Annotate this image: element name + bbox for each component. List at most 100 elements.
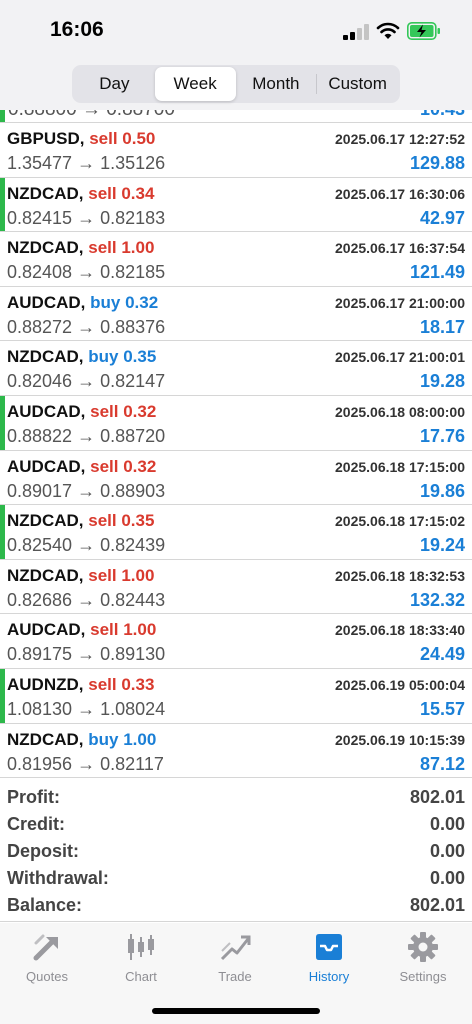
home-indicator [152,1008,320,1014]
deal-prices: 0.81956 → 0.82117 [7,754,164,775]
tab-chart[interactable]: Chart [94,931,188,991]
period-custom[interactable]: Custom [317,67,398,101]
deal-volume: 0.35 [121,511,155,531]
deal-open-price: 0.82540 [7,535,73,556]
deal-row[interactable]: NZDCAD, sell 1.00 2025.06.18 18:32:53 0.82… [0,560,472,615]
summary-credit: Credit: 0.00 [0,811,472,838]
quotes-icon [33,934,58,961]
deal-close-price: 1.35126 [100,153,166,173]
deal-symbol: AUDCAD, [7,620,86,640]
arrow-right-icon: → [77,699,96,719]
deal-open-price: 1.08130 [7,699,73,719]
deal-indicator-bar [0,177,5,232]
deal-volume: 1.00 [121,238,155,258]
deal-prices: 0.89017 → 0.88903 [7,481,165,502]
deal-row[interactable]: NZDCAD, sell 1.00 2025.06.17 16:37:54 0.82… [0,232,472,287]
deal-volume: 1.00 [123,620,157,640]
period-day[interactable]: Day [74,67,155,101]
chart-icon [128,934,154,960]
deal-row[interactable]: AUDNZD, sell 0.33 2025.06.19 05:00:04 1.08… [0,669,472,724]
deal-row[interactable]: NZDCAD, sell 0.34 2025.06.17 16:30:06 0.82… [0,177,472,233]
tab-history[interactable]: History [282,931,376,991]
deal-side: buy [88,729,119,749]
deal-time: 2025.06.17 16:37:54 [335,240,465,257]
deal-prices: 0.82540 → 0.82439 [7,535,165,556]
deal-volume: 0.34 [121,183,155,203]
tab-label: Quotes [26,969,68,984]
tab-trade[interactable]: Trade [188,931,282,991]
list-item[interactable]: 0.88800 → 0.88700 10.43 [0,110,472,123]
deal-row[interactable]: GBPUSD, sell 0.50 2025.06.17 12:27:52 1.35… [0,123,472,178]
tab-label: History [308,969,350,984]
deal-volume: 1.00 [123,729,157,749]
deal-time: 2025.06.17 21:00:01 [335,349,465,366]
deal-symbol: GBPUSD, [7,129,85,148]
deal-title: AUDCAD, sell 0.32 [7,457,156,477]
tab-settings[interactable]: Settings [376,931,470,991]
summary-section: Profit: 802.01 Credit: 0.00 Deposit: 0.0… [0,784,472,922]
summary-label: Deposit: [7,841,79,861]
deal-side: sell [90,620,119,640]
deal-close-price: 0.82147 [100,371,166,392]
deal-row[interactable]: AUDCAD, sell 0.32 2025.06.18 17:15:00 0.89… [0,451,472,506]
deal-open-price: 0.82046 [7,371,73,392]
deal-side: sell [88,183,117,203]
deal-profit: 129.88 [409,153,465,173]
deals-list[interactable]: 0.88800 → 0.88700 10.43 GBPUSD, sell 0.5… [0,110,472,778]
period-month[interactable]: Month [236,67,317,101]
deal-volume: 0.32 [125,292,159,312]
deal-title: AUDCAD, sell 1.00 [7,620,156,640]
deal-volume: 0.33 [121,675,155,694]
summary-value: 0.00 [429,841,465,861]
deal-profit: 15.57 [419,699,465,719]
deal-time: 2025.06.18 17:15:00 [335,458,465,475]
tab-quotes[interactable]: Quotes [0,931,94,991]
deal-row[interactable]: NZDCAD, sell 0.35 2025.06.18 17:15:02 0.82… [0,505,472,560]
status-bar: 16:06 [0,0,472,60]
period-week[interactable]: Week [154,67,236,101]
arrow-right-icon: → [77,753,96,774]
deal-row[interactable]: AUDCAD, sell 1.00 2025.06.18 18:33:40 0.89… [0,614,472,669]
deal-profit: 24.49 [419,644,465,665]
deal-symbol: AUDCAD, [7,402,86,421]
period-selector: Day Week Month Custom [72,65,400,103]
deal-row[interactable]: AUDCAD, buy 0.32 2025.06.17 21:00:00 0.882… [0,287,472,342]
deal-close-price: 1.08024 [100,699,166,719]
deal-row[interactable]: AUDCAD, sell 0.32 2025.06.18 08:00:00 0.88… [0,396,472,451]
summary-withdrawal: Withdrawal: 0.00 [0,865,472,892]
deal-symbol: NZDCAD, [7,183,84,203]
deal-symbol: NZDCAD, [7,729,84,749]
deal-close-price: 0.88903 [100,480,166,501]
deal-profit: 18.17 [419,316,465,337]
deal-profit: 121.49 [409,262,465,283]
arrow-right-icon: → [77,262,96,283]
deal-volume: 0.50 [122,129,156,148]
summary-profit: Profit: 802.01 [0,784,472,811]
deal-profit: 42.97 [419,207,465,228]
deal-close-price: 0.82183 [100,207,166,228]
deal-close-price: 0.82443 [100,589,166,610]
deal-open-price: 0.82686 [7,589,73,610]
deal-title: NZDCAD, sell 1.00 [7,238,154,258]
deal-prices: 0.82046 → 0.82147 [7,371,165,392]
arrow-right-icon: → [77,535,96,556]
deal-side: sell [90,456,119,476]
signal-icon [343,24,369,40]
deal-row[interactable]: NZDCAD, buy 1.00 2025.06.19 10:15:39 0.819… [0,724,472,778]
deal-open-price: 0.88272 [7,316,73,337]
deal-volume: 1.00 [121,565,155,585]
arrow-right-icon: → [77,207,96,228]
deal-row[interactable]: NZDCAD, buy 0.35 2025.06.17 21:00:01 0.820… [0,341,472,396]
deal-prices: 0.89175 → 0.89130 [7,644,165,665]
deal-close-price: 0.88720 [100,426,166,446]
tab-label: Chart [125,969,157,984]
deal-indicator-bar [0,110,5,122]
deal-title: AUDNZD, sell 0.33 [7,675,154,695]
deal-title: NZDCAD, buy 1.00 [7,730,156,750]
deal-volume: 0.32 [123,402,157,421]
deal-symbol: AUDCAD, [7,456,86,476]
deal-profit: 132.32 [409,589,465,610]
deal-volume: 0.32 [123,456,157,476]
deal-time: 2025.06.17 21:00:00 [335,294,465,311]
deal-open-price: 0.88822 [7,426,73,446]
